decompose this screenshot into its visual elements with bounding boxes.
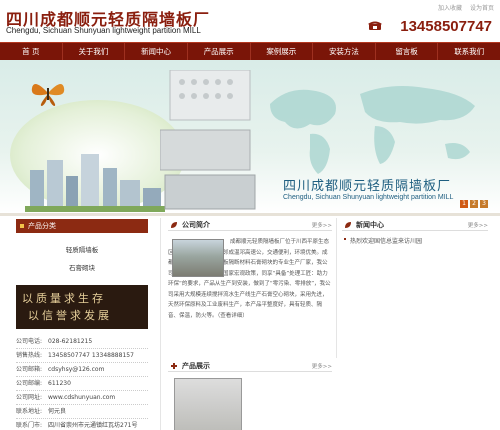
world-map-graphic	[270, 86, 475, 174]
nav-about[interactable]: 关于我们	[63, 43, 126, 60]
products-section: 产品展示 更多>>	[168, 360, 332, 430]
contact-value[interactable]: www.cdshunyuan.com	[48, 391, 115, 404]
category-item[interactable]: 轻质隔墙板	[16, 241, 148, 259]
contact-value: 13458507747 13348888157	[48, 352, 134, 359]
leaf-icon	[345, 222, 351, 228]
add-favorite-link[interactable]: 加入收藏	[438, 5, 462, 12]
nav-install[interactable]: 安装方法	[313, 43, 376, 60]
site-header: 四川成都顺元轻质隔墙板厂 Chengdu, Sichuan Shunyuan l…	[0, 0, 500, 41]
plus-icon	[171, 363, 177, 369]
contact-row: 公司网址: www.cdshunyuan.com	[16, 391, 148, 405]
left-sidebar: 产品分类 轻质隔墙板 石膏砌块 以质量求生存 以信誉求发展 公司电话: 028-6…	[16, 219, 148, 430]
company-intro-section: 公司简介 更多>> 成都顺元轻质隔墙板厂位于川西平原生态区——崇州市北郊，毗邻成…	[168, 219, 332, 365]
banner: 四川成都顺元轻质隔墙板厂 Chengdu, Sichuan Shunyuan l…	[0, 60, 500, 216]
nav-products[interactable]: 产品展示	[188, 43, 251, 60]
factory-photo	[172, 239, 224, 277]
buildings-graphic	[25, 154, 165, 212]
set-homepage-link[interactable]: 设为首页	[470, 5, 494, 12]
section-header: 公司简介 更多>>	[168, 219, 332, 231]
banner-page-1[interactable]: 1	[460, 200, 468, 208]
news-title: 新闻中心	[356, 221, 384, 229]
banner-pager: 1 2 3	[460, 200, 488, 208]
contact-key: 公司邮箱:	[16, 366, 43, 373]
banner-page-3[interactable]: 3	[480, 200, 488, 208]
calligraphy-line: 以信誉求发展	[28, 309, 112, 322]
section-header: 产品展示 更多>>	[168, 360, 332, 372]
nav-contact[interactable]: 联系我们	[438, 43, 500, 60]
phone-icon	[368, 21, 382, 30]
category-title: 产品分类	[16, 219, 148, 233]
category-list: 轻质隔墙板 石膏砌块	[16, 233, 148, 281]
news-more-link[interactable]: 更多>>	[468, 221, 488, 229]
top-links: 加入收藏 设为首页	[432, 3, 494, 12]
site-subtitle: Chengdu, Sichuan Shunyuan lightweight pa…	[6, 26, 201, 35]
contact-row: 公司邮箱: cdsyhsy@126.com	[16, 363, 148, 377]
column-divider	[160, 218, 161, 430]
news-item[interactable]: 热烈欢迎国信总监来访川园	[342, 236, 488, 245]
contact-info: 公司电话: 028-62181215 销售热线: 13458507747 13348…	[16, 335, 148, 430]
intro-body: 成都顺元轻质隔墙板厂位于川西平原生态区——崇州市北郊，毗邻成温邛高速公，交通便利…	[168, 237, 332, 365]
section-header: 新闻中心 更多>>	[342, 219, 488, 231]
calligraphy-line: 以质量求生存	[22, 292, 106, 305]
products-more-link[interactable]: 更多>>	[312, 362, 332, 370]
category-item[interactable]: 石膏砌块	[16, 259, 148, 277]
intro-title: 公司简介	[182, 221, 210, 229]
nav-guestbook[interactable]: 留言板	[376, 43, 439, 60]
nav-news[interactable]: 新闻中心	[125, 43, 188, 60]
calligraphy-banner: 以质量求生存 以信誉求发展	[16, 285, 148, 329]
banner-subtitle: Chengdu, Sichuan Shunyuan lightweight pa…	[283, 194, 454, 201]
contact-value: 611230	[48, 380, 71, 387]
product-photo[interactable]	[174, 378, 242, 430]
contact-row: 销售热线: 13458507747 13348888157	[16, 349, 148, 363]
contact-value: 028-62181215	[48, 338, 93, 345]
leaf-icon	[171, 222, 177, 228]
nav-home[interactable]: 首 页	[0, 43, 63, 60]
main-nav: 首 页 关于我们 新闻中心 产品展示 案例展示 安装方法 留言板 联系我们	[0, 42, 500, 60]
nav-cases[interactable]: 案例展示	[251, 43, 314, 60]
products-title: 产品展示	[182, 362, 210, 370]
column-divider	[336, 218, 337, 358]
butterfly-graphic	[31, 84, 65, 106]
contact-key: 联系门市:	[16, 422, 43, 429]
contact-row: 公司电话: 028-62181215	[16, 335, 148, 349]
contact-row: 联系门市: 四川省崇州市元通镇红瓦坊271号	[16, 419, 148, 430]
banner-page-2[interactable]: 2	[470, 200, 478, 208]
contact-key: 公司网址:	[16, 394, 43, 401]
contact-row: 联系地址: 何元良	[16, 405, 148, 419]
contact-value: 四川省崇州市元通镇红瓦坊271号	[48, 422, 138, 429]
phone-number: 13458507747	[400, 18, 492, 35]
wall-panels-graphic	[160, 70, 256, 210]
contact-key: 销售热线:	[16, 352, 43, 359]
contact-value: cdsyhsy@126.com	[48, 366, 105, 373]
intro-more-link[interactable]: 更多>>	[312, 221, 332, 229]
contact-key: 公司邮编:	[16, 380, 43, 387]
news-section: 新闻中心 更多>> 热烈欢迎国信总监来访川园	[342, 219, 488, 245]
contact-row: 公司邮编: 611230	[16, 377, 148, 391]
contact-key: 联系地址:	[16, 408, 43, 415]
contact-key: 公司电话:	[16, 338, 43, 345]
banner-title: 四川成都顺元轻质隔墙板厂	[283, 179, 452, 194]
contact-value: 何元良	[48, 408, 67, 415]
